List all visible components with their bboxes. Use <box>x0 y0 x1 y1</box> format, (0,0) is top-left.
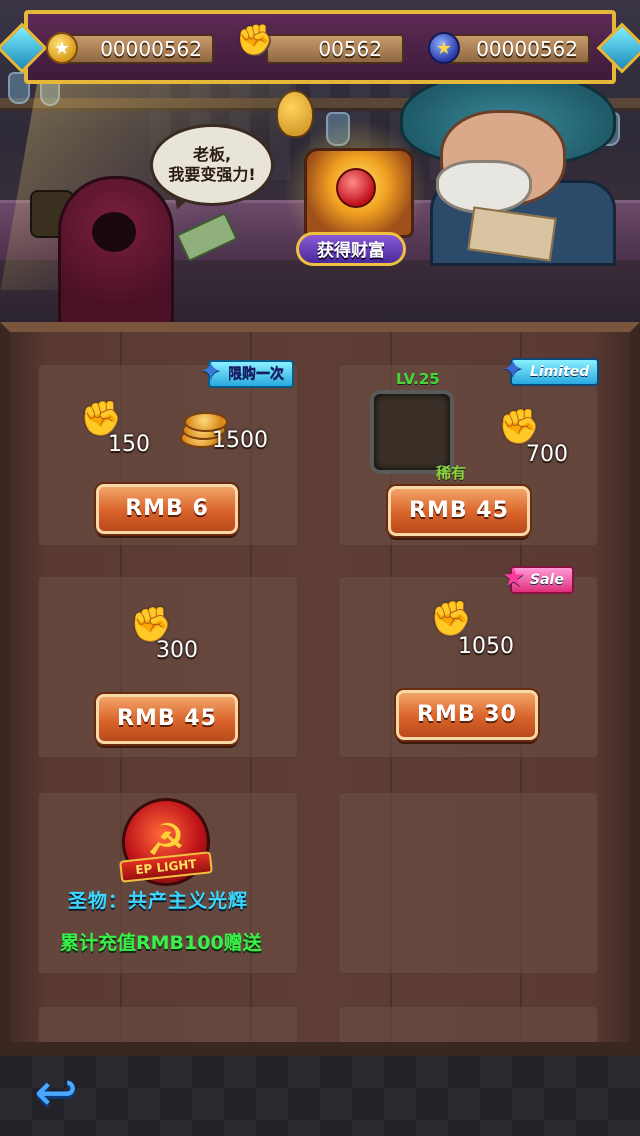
empty-card-slot <box>38 1006 298 1046</box>
gem-counter: 00000562 <box>440 34 590 64</box>
fist-icon: ✊ <box>498 407 541 447</box>
tag-label: Limited <box>530 364 590 380</box>
gem-value: 00000562 <box>476 37 578 61</box>
wizard-beard <box>436 160 532 214</box>
tag-label: 限购一次 <box>228 366 284 382</box>
coin-counter: 00000562 <box>60 34 214 64</box>
tag-label: Sale <box>530 572 564 588</box>
buy-button-item-3[interactable]: RMB 45 <box>96 694 238 744</box>
relic-unlock-note: 累计充值RMB100赠送 <box>60 932 262 954</box>
speech-line-2: 我要变强力! <box>168 165 256 184</box>
fist-icon: ✊ <box>430 599 473 639</box>
tag-star-icon: ★ <box>502 563 526 593</box>
fist-quantity: 700 <box>526 442 568 467</box>
fist-counter: 00562 <box>266 34 404 64</box>
fist-quantity: 150 <box>108 432 150 457</box>
limited-tag: ✦ Limited <box>502 356 600 386</box>
coin-value: 00000562 <box>100 37 202 61</box>
fist-icon: ✊ <box>130 605 173 645</box>
hooded-character-face <box>92 212 136 252</box>
buy-button-item-2[interactable]: RMB 45 <box>388 486 530 536</box>
hooded-character <box>58 176 174 330</box>
chest-gem <box>336 168 376 208</box>
get-wealth-button[interactable]: 获得财富 <box>296 232 406 266</box>
tag-star-icon: ✦ <box>200 357 222 387</box>
back-arrow-icon[interactable]: ↩ <box>24 1064 88 1122</box>
fist-quantity: 1050 <box>458 634 514 659</box>
hero-level: LV.25 <box>396 370 440 388</box>
fist-quantity: 300 <box>156 638 198 663</box>
buy-button-item-4[interactable]: RMB 30 <box>396 690 538 740</box>
coin-icon: ★ <box>46 32 78 64</box>
fist-icon: ✊ <box>236 23 274 58</box>
fist-icon: ✊ <box>80 399 123 439</box>
star-gem-icon: ★ <box>428 32 460 64</box>
buy-button-item-1[interactable]: RMB 6 <box>96 484 238 534</box>
empty-card-slot <box>338 1006 598 1046</box>
sale-tag: ★ Sale <box>502 564 574 594</box>
speech-bubble: 老板, 我要变强力! <box>150 124 274 206</box>
tag-star-icon: ✦ <box>502 355 524 385</box>
speech-line-1: 老板, <box>192 145 232 164</box>
gold-quantity: 1500 <box>212 428 268 453</box>
empty-card-slot <box>338 792 598 974</box>
limit-once-tag: ✦ 限购一次 <box>200 358 294 388</box>
fist-value: 00562 <box>318 37 382 61</box>
hero-rarity: 稀有 <box>436 464 467 482</box>
footer-bar <box>0 1056 640 1136</box>
relic-name: 圣物：共产主义光辉 <box>68 890 249 912</box>
